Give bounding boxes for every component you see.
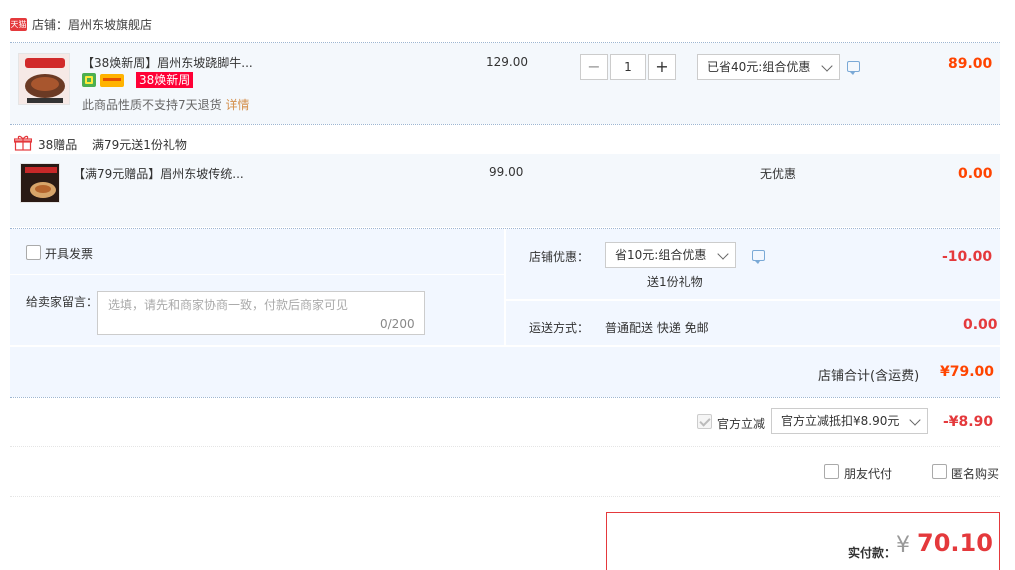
official-discount-value: 官方立减抵扣¥8.90元 bbox=[781, 414, 900, 428]
chevron-down-icon bbox=[821, 60, 833, 72]
divider bbox=[10, 124, 1000, 125]
item-1-unit-price: 129.00 bbox=[486, 55, 528, 69]
shop-total-label: 店铺合计(含运费) bbox=[818, 369, 920, 384]
item-2-unit-price: 99.00 bbox=[489, 165, 524, 179]
anonymous-checkbox[interactable] bbox=[932, 464, 947, 479]
final-currency: ¥ bbox=[896, 533, 910, 558]
quantity-plus-button[interactable]: + bbox=[648, 54, 676, 80]
service-icon bbox=[82, 73, 96, 87]
official-discount-amount: -¥8.90 bbox=[943, 414, 994, 430]
quantity-input[interactable]: 1 bbox=[610, 54, 646, 80]
item-2-image bbox=[21, 164, 59, 202]
item-2-title-link[interactable]: 【满79元赠品】眉州东坡传统... bbox=[73, 165, 244, 182]
anonymous-label: 匿名购买 bbox=[951, 467, 1000, 481]
divider bbox=[10, 397, 1000, 398]
gift-icon bbox=[14, 135, 32, 151]
item-1-discount-select[interactable]: 已省40元:组合优惠 bbox=[697, 54, 840, 80]
item-2-subtotal: 0.00 bbox=[958, 166, 993, 182]
return-notice: 此商品性质不支持7天退货 详情 bbox=[82, 96, 249, 113]
chevron-down-icon bbox=[717, 248, 729, 260]
shop-discount-amount: -10.00 bbox=[942, 249, 993, 265]
item-1-thumbnail[interactable] bbox=[18, 53, 70, 105]
invoice-label: 开具发票 bbox=[45, 247, 94, 261]
shop-discount-select[interactable]: 省10元:组合优惠 bbox=[605, 242, 736, 268]
gift-rule: 满79元送1份礼物 bbox=[92, 138, 187, 152]
credit-card-icon bbox=[100, 74, 124, 87]
message-placeholder: 选填，请先和商家协商一致，付款后商家可见 bbox=[108, 298, 349, 312]
gift-section-label: 38赠品 bbox=[38, 138, 78, 152]
message-counter: 0/200 bbox=[380, 317, 415, 331]
friend-pay-label: 朋友代付 bbox=[844, 467, 893, 481]
message-textarea[interactable]: 选填，请先和商家协商一致，付款后商家可见 bbox=[97, 291, 425, 335]
shipping-amount: 0.00 bbox=[963, 317, 998, 333]
final-label: 实付款： bbox=[848, 546, 897, 560]
return-notice-text: 此商品性质不支持7天退货 bbox=[82, 98, 222, 112]
chat-icon[interactable] bbox=[752, 250, 765, 264]
gift-note: 送1份礼物 bbox=[647, 275, 703, 289]
divider bbox=[10, 446, 1000, 447]
official-discount-checkbox[interactable] bbox=[697, 414, 712, 429]
shop-total-amount: ¥79.00 bbox=[940, 364, 995, 380]
message-label: 给卖家留言： bbox=[26, 295, 99, 309]
final-amount: 70.10 bbox=[917, 529, 993, 557]
divider bbox=[10, 274, 504, 275]
item-1-subtotal: 89.00 bbox=[948, 56, 993, 72]
chevron-down-icon bbox=[909, 414, 921, 426]
tmall-badge-icon: 天猫 bbox=[10, 18, 27, 31]
shipping-method: 普通配送 快递 免邮 bbox=[605, 321, 709, 335]
invoice-checkbox[interactable] bbox=[26, 245, 41, 260]
item-1-discount-value: 已省40元:组合优惠 bbox=[707, 60, 811, 74]
detail-link[interactable]: 详情 bbox=[225, 98, 249, 112]
chat-icon[interactable] bbox=[847, 61, 860, 75]
shop-header: 店铺：眉州东坡旗舰店 bbox=[32, 16, 152, 33]
shop-discount-value: 省10元:组合优惠 bbox=[615, 248, 707, 262]
official-discount-label: 官方立减 bbox=[717, 417, 766, 431]
shop-discount-label: 店铺优惠： bbox=[529, 250, 590, 264]
item-2-thumbnail[interactable] bbox=[20, 163, 60, 203]
item-1-title-link[interactable]: 【38焕新周】眉州东坡跷脚牛... bbox=[82, 54, 253, 71]
item-1-image bbox=[19, 54, 69, 104]
shop-name-link[interactable]: 眉州东坡旗舰店 bbox=[68, 18, 152, 32]
official-discount-select[interactable]: 官方立减抵扣¥8.90元 bbox=[771, 408, 928, 434]
item-2-discount: 无优惠 bbox=[760, 167, 797, 181]
quantity-minus-button[interactable]: − bbox=[580, 54, 608, 80]
promo-tag: 38焕新周 bbox=[136, 72, 194, 88]
friend-pay-checkbox[interactable] bbox=[824, 464, 839, 479]
divider bbox=[10, 496, 1000, 497]
shop-label: 店铺： bbox=[32, 18, 69, 32]
shipping-label: 运送方式： bbox=[529, 321, 590, 335]
